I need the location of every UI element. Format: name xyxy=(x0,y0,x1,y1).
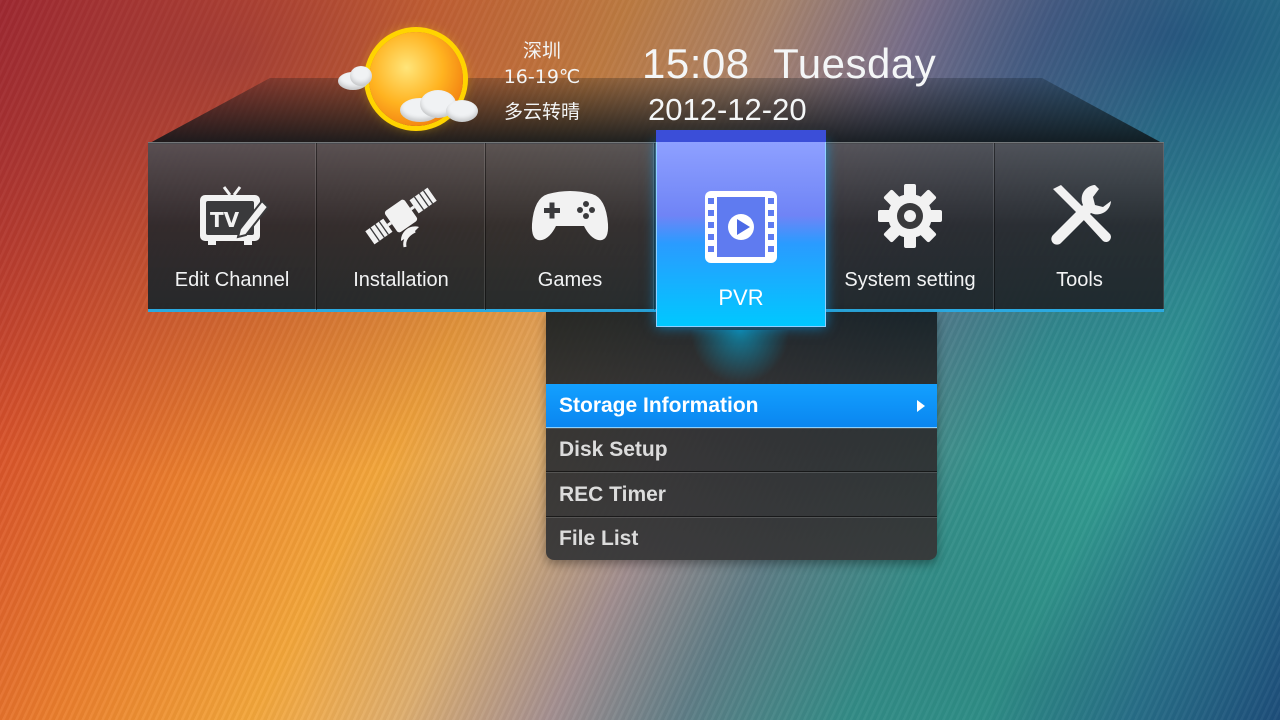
menu-item-label: Edit Channel xyxy=(174,269,290,291)
submenu-item-disk-setup[interactable]: Disk Setup xyxy=(546,428,937,472)
weather-temperature: 16-19℃ xyxy=(503,66,581,88)
tv-edit-icon: TV xyxy=(192,181,272,251)
submenu-item-rec-timer[interactable]: REC Timer xyxy=(546,473,937,517)
menu-item-label: PVR xyxy=(718,285,764,310)
cloud-icon xyxy=(350,66,372,86)
clock-time: 15:08 Tuesday xyxy=(642,40,937,87)
menu-item-tools[interactable]: Tools xyxy=(995,143,1164,310)
submenu-item-label: Storage Information xyxy=(559,393,759,417)
chevron-right-icon xyxy=(917,399,925,412)
active-tile-cap xyxy=(656,130,826,142)
menu-item-label: System setting xyxy=(844,269,976,291)
submenu-item-label: Disk Setup xyxy=(559,437,668,461)
tools-icon xyxy=(1040,181,1120,251)
menu-item-pvr[interactable]: PVR xyxy=(656,130,826,327)
weather-city: 深圳 xyxy=(522,40,561,62)
menu-item-system-setting[interactable]: System setting xyxy=(826,143,995,310)
gear-icon xyxy=(870,181,950,251)
satellite-icon xyxy=(361,181,441,251)
menu-item-label: Games xyxy=(537,269,603,291)
submenu-item-label: REC Timer xyxy=(559,482,666,506)
menu-item-games[interactable]: Games xyxy=(486,143,655,310)
main-menu-bar: TV Edit Channel Installation Games PVR S… xyxy=(148,130,1164,327)
menu-item-label: Installation xyxy=(353,269,449,291)
submenu-item-file-list[interactable]: File List xyxy=(546,517,937,561)
active-glow xyxy=(690,330,790,384)
cloud-icon xyxy=(446,100,478,122)
weather-condition: 多云转晴 xyxy=(503,101,580,123)
svg-text:TV: TV xyxy=(210,208,240,232)
film-play-icon xyxy=(701,191,781,263)
submenu-item-label: File List xyxy=(559,527,639,550)
gamepad-icon xyxy=(530,181,610,251)
menu-item-label: Tools xyxy=(1056,269,1103,291)
menu-item-edit-channel[interactable]: TV Edit Channel xyxy=(148,143,317,310)
clock-date: 2012-12-20 xyxy=(648,92,807,127)
menu-item-installation[interactable]: Installation xyxy=(317,143,486,310)
submenu-item-storage-information[interactable]: Storage Information xyxy=(546,384,937,428)
